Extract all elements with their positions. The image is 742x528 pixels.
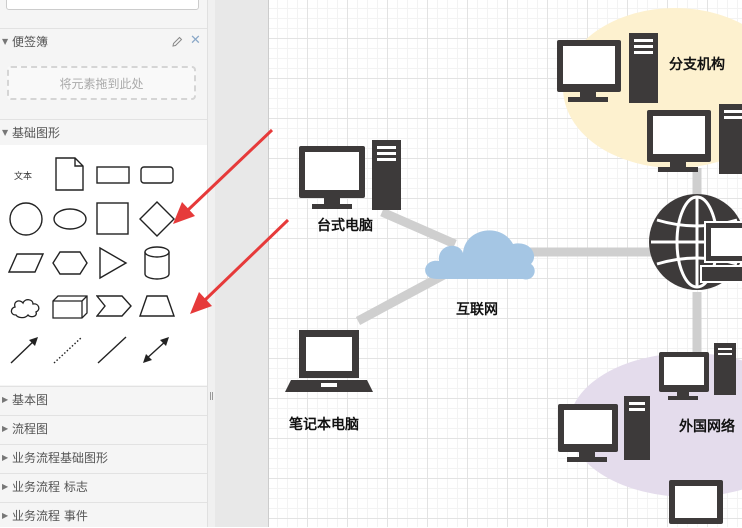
- cylinder-shape[interactable]: [143, 246, 171, 280]
- laptop-label[interactable]: 笔记本电脑: [289, 414, 359, 434]
- circle-shape[interactable]: [8, 201, 44, 237]
- collapsed-triangle-icon: ▶: [2, 424, 9, 433]
- edit-icon[interactable]: [171, 36, 183, 48]
- square-shape[interactable]: [96, 202, 130, 236]
- category-bpmn-markers[interactable]: ▶ 业务流程 标志: [0, 473, 207, 499]
- parallelogram-shape[interactable]: [8, 253, 44, 273]
- category-label: 业务流程基础图形: [12, 451, 109, 465]
- category-bpmn-basic[interactable]: ▶ 业务流程基础图形: [0, 444, 207, 470]
- desktop-computer-icon: [299, 140, 401, 210]
- arrow-line-shape[interactable]: [9, 335, 41, 365]
- close-icon[interactable]: ✕: [190, 33, 201, 48]
- category-label: 基本图: [12, 393, 49, 407]
- sticky-drop-zone[interactable]: 将元素拖到此处: [7, 66, 196, 100]
- hexagon-shape[interactable]: [52, 251, 88, 275]
- desktop-label[interactable]: 台式电脑: [317, 215, 373, 235]
- category-label: 业务流程 事件: [12, 509, 88, 523]
- diamond-shape[interactable]: [139, 201, 175, 237]
- branch-label[interactable]: 分支机构: [669, 54, 725, 74]
- basic-shapes-header[interactable]: ▼ 基础图形: [0, 119, 207, 145]
- category-label: 流程图: [12, 422, 49, 436]
- laptop-icon: [285, 330, 373, 392]
- collapsed-triangle-icon: ▶: [2, 395, 9, 404]
- expand-triangle-icon: ▼: [2, 37, 9, 46]
- search-box[interactable]: [6, 0, 199, 10]
- cube-shape[interactable]: [52, 295, 88, 319]
- triangle-shape[interactable]: [98, 246, 128, 280]
- canvas-margin: [215, 0, 268, 527]
- text-shape[interactable]: 文本: [14, 169, 32, 182]
- sticky-notes-header[interactable]: ▼ 便签簿 ✕: [0, 28, 207, 54]
- globe-server-icon: [649, 194, 742, 290]
- document-shape[interactable]: [55, 157, 85, 191]
- trapezoid-shape[interactable]: [139, 295, 175, 317]
- desktop-link: [380, 207, 457, 249]
- rounded-rectangle-shape[interactable]: [140, 166, 174, 184]
- rectangle-shape[interactable]: [96, 166, 130, 184]
- ellipse-shape[interactable]: [52, 207, 88, 231]
- cloud-shape[interactable]: [8, 295, 42, 319]
- internet-label[interactable]: 互联网: [456, 299, 498, 319]
- category-bpmn-events[interactable]: ▶ 业务流程 事件: [0, 502, 207, 528]
- collapsed-triangle-icon: ▶: [2, 453, 9, 462]
- collapsed-triangle-icon: ▶: [2, 482, 9, 491]
- sticky-notes-title: 便签簿: [12, 35, 49, 49]
- bidirectional-arrow-shape[interactable]: [140, 335, 172, 365]
- shape-library-sidebar: ▼ 便签簿 ✕ 将元素拖到此处 ▼ 基础图形 文本 ▶ 基本图 ▶ 流程图 ▶ …: [0, 0, 207, 527]
- line-shape[interactable]: [96, 335, 128, 365]
- foreign-network-label[interactable]: 外国网络: [679, 416, 735, 436]
- category-basic-diagram[interactable]: ▶ 基本图: [0, 386, 207, 412]
- diagram-graphics: [285, 8, 742, 524]
- basic-shapes-title: 基础图形: [12, 126, 61, 140]
- grip-icon: [210, 392, 213, 400]
- basic-shapes-panel: 文本: [0, 145, 207, 385]
- category-flowchart[interactable]: ▶ 流程图: [0, 415, 207, 441]
- foreign-computer-icon-3: [669, 480, 723, 524]
- collapsed-triangle-icon: ▶: [2, 511, 9, 520]
- sidebar-resize-handle[interactable]: [207, 0, 215, 527]
- step-shape[interactable]: [96, 295, 132, 317]
- expand-triangle-icon: ▼: [2, 128, 9, 137]
- dotted-line-shape[interactable]: [52, 335, 84, 365]
- category-label: 业务流程 标志: [12, 480, 88, 494]
- diagram-canvas[interactable]: 台式电脑 互联网 笔记本电脑 分支机构 外国网络: [268, 0, 742, 527]
